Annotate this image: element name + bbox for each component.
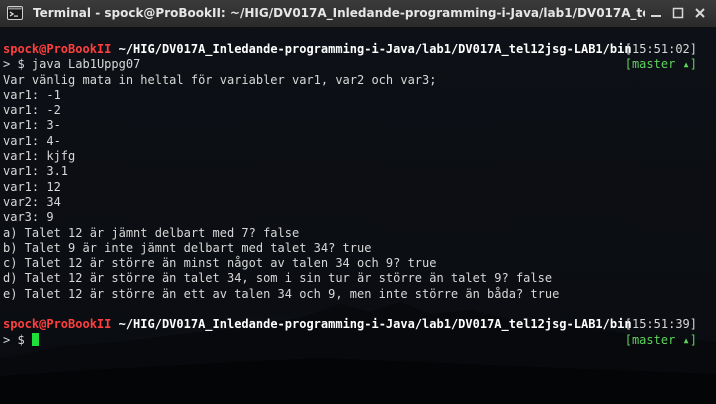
output-line: d) Talet 12 är större än talet 34, som i…: [3, 271, 553, 286]
output-line: var1: 12: [3, 179, 61, 194]
terminal-output: spock@ProBookII ~/HIG/DV017A_Inledande-p…: [3, 42, 703, 348]
prompt-user-host: spock@ProBookII: [3, 317, 112, 332]
git-branch-name: [master: [624, 57, 676, 72]
output-line: c) Talet 12 är större än minst något av …: [3, 256, 437, 271]
prompt-user-host: spock@ProBookII: [3, 42, 112, 56]
prompt-path: ~/HIG/DV017A_Inledande-programming-i-Jav…: [118, 42, 632, 56]
terminal-icon: [7, 5, 23, 21]
prompt-symbol: > $: [3, 332, 25, 347]
maximize-button[interactable]: [670, 5, 686, 21]
close-button[interactable]: [692, 5, 708, 21]
command-text: java Lab1Uppg07: [31, 57, 141, 72]
window-title: Terminal - spock@ProBookII: ~/HIG/DV017A…: [33, 6, 645, 20]
input-line[interactable]: > $ [master ▴]: [3, 332, 703, 348]
git-branch-name: [master: [624, 332, 676, 347]
minimize-icon: [651, 15, 661, 17]
output-line: b) Talet 9 är inte jämnt delbart med tal…: [3, 240, 372, 255]
minimize-button[interactable]: [648, 5, 664, 21]
terminal-content[interactable]: spock@ProBookII ~/HIG/DV017A_Inledande-p…: [0, 28, 716, 404]
prompt-timestamp: [15:51:02]: [624, 42, 697, 56]
title-bar[interactable]: Terminal - spock@ProBookII: ~/HIG/DV017A…: [0, 0, 716, 28]
close-icon: [695, 8, 705, 18]
git-branch-badge: [master ▴]: [625, 57, 697, 72]
output-line: var1: kjfg: [3, 149, 76, 164]
output-line: var2: 34: [3, 194, 61, 209]
maximize-icon: [672, 7, 684, 19]
output-line: var3: 9: [3, 210, 54, 225]
output-line: e) Talet 12 är större än ett av talen 34…: [3, 286, 560, 301]
prompt-line: spock@ProBookII ~/HIG/DV017A_Inledande-p…: [3, 42, 703, 57]
output-line: Var vänlig mata in heltal för variabler …: [3, 72, 437, 87]
prompt-symbol: > $: [3, 57, 25, 72]
git-branch-badge: [master ▴]: [625, 333, 697, 348]
output-line: var1: -1: [3, 87, 61, 102]
text-cursor: [31, 332, 39, 346]
terminal-window: Terminal - spock@ProBookII: ~/HIG/DV017A…: [0, 0, 716, 404]
git-branch-mark: ▴]: [682, 332, 697, 347]
output-line: var1: 4-: [3, 133, 61, 148]
output-line: var1: -2: [3, 103, 61, 118]
scrollbar[interactable]: [704, 28, 716, 404]
output-line: var1: 3.1: [3, 164, 69, 179]
prompt-path: ~/HIG/DV017A_Inledande-programming-i-Jav…: [118, 317, 632, 332]
output-line: var1: 3-: [3, 118, 61, 133]
command-line: > $ java Lab1Uppg07 [master ▴]: [3, 57, 703, 72]
git-branch-mark: ▴]: [682, 57, 697, 72]
output-line: a) Talet 12 är jämnt delbart med 7? fals…: [3, 225, 300, 240]
prompt-timestamp: [15:51:39]: [624, 317, 697, 332]
prompt-line: spock@ProBookII ~/HIG/DV017A_Inledande-p…: [3, 317, 703, 332]
